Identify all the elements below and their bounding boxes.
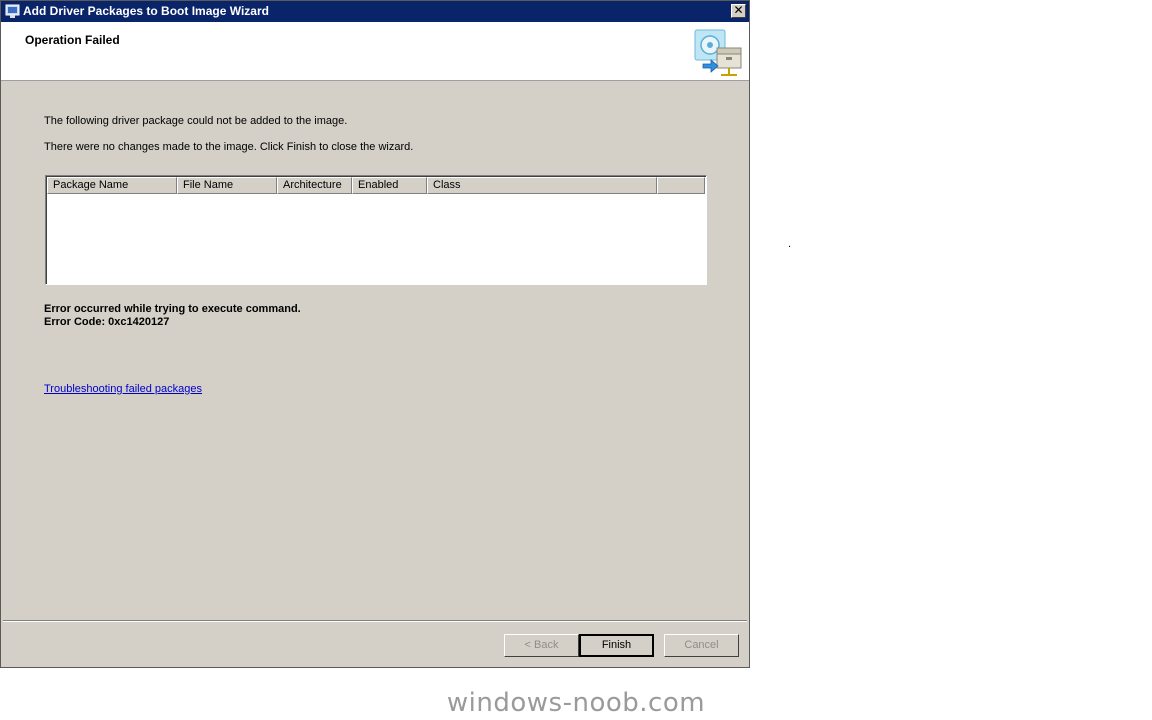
wizard-package-icon bbox=[694, 29, 742, 76]
title-bar[interactable]: Add Driver Packages to Boot Image Wizard… bbox=[1, 1, 749, 22]
back-button[interactable]: < Back bbox=[504, 634, 579, 657]
wizard-app-icon bbox=[5, 4, 20, 18]
column-enabled[interactable]: Enabled bbox=[352, 177, 427, 194]
list-header: Package Name File Name Architecture Enab… bbox=[47, 177, 705, 194]
page-title: Operation Failed bbox=[25, 33, 120, 47]
troubleshooting-link[interactable]: Troubleshooting failed packages bbox=[44, 383, 202, 395]
wizard-window: Add Driver Packages to Boot Image Wizard… bbox=[0, 0, 750, 668]
message-line-1: The following driver package could not b… bbox=[44, 115, 348, 127]
wizard-content: The following driver package could not b… bbox=[1, 81, 749, 619]
window-title: Add Driver Packages to Boot Image Wizard bbox=[23, 4, 269, 18]
stray-dot: . bbox=[788, 238, 792, 250]
driver-package-list[interactable]: Package Name File Name Architecture Enab… bbox=[45, 175, 707, 285]
error-code: Error Code: 0xc1420127 bbox=[44, 316, 170, 328]
cancel-button[interactable]: Cancel bbox=[664, 634, 739, 657]
wizard-header: Operation Failed bbox=[1, 22, 749, 81]
column-package-name[interactable]: Package Name bbox=[47, 177, 177, 194]
message-line-2: There were no changes made to the image.… bbox=[44, 141, 414, 153]
column-filler bbox=[657, 177, 705, 194]
error-message: Error occurred while trying to execute c… bbox=[44, 303, 301, 315]
column-class[interactable]: Class bbox=[427, 177, 657, 194]
finish-button[interactable]: Finish bbox=[579, 634, 654, 657]
site-watermark: windows-noob.com bbox=[446, 688, 706, 718]
close-button[interactable]: ✕ bbox=[731, 4, 746, 18]
footer-separator bbox=[3, 620, 747, 622]
column-file-name[interactable]: File Name bbox=[177, 177, 277, 194]
column-architecture[interactable]: Architecture bbox=[277, 177, 352, 194]
